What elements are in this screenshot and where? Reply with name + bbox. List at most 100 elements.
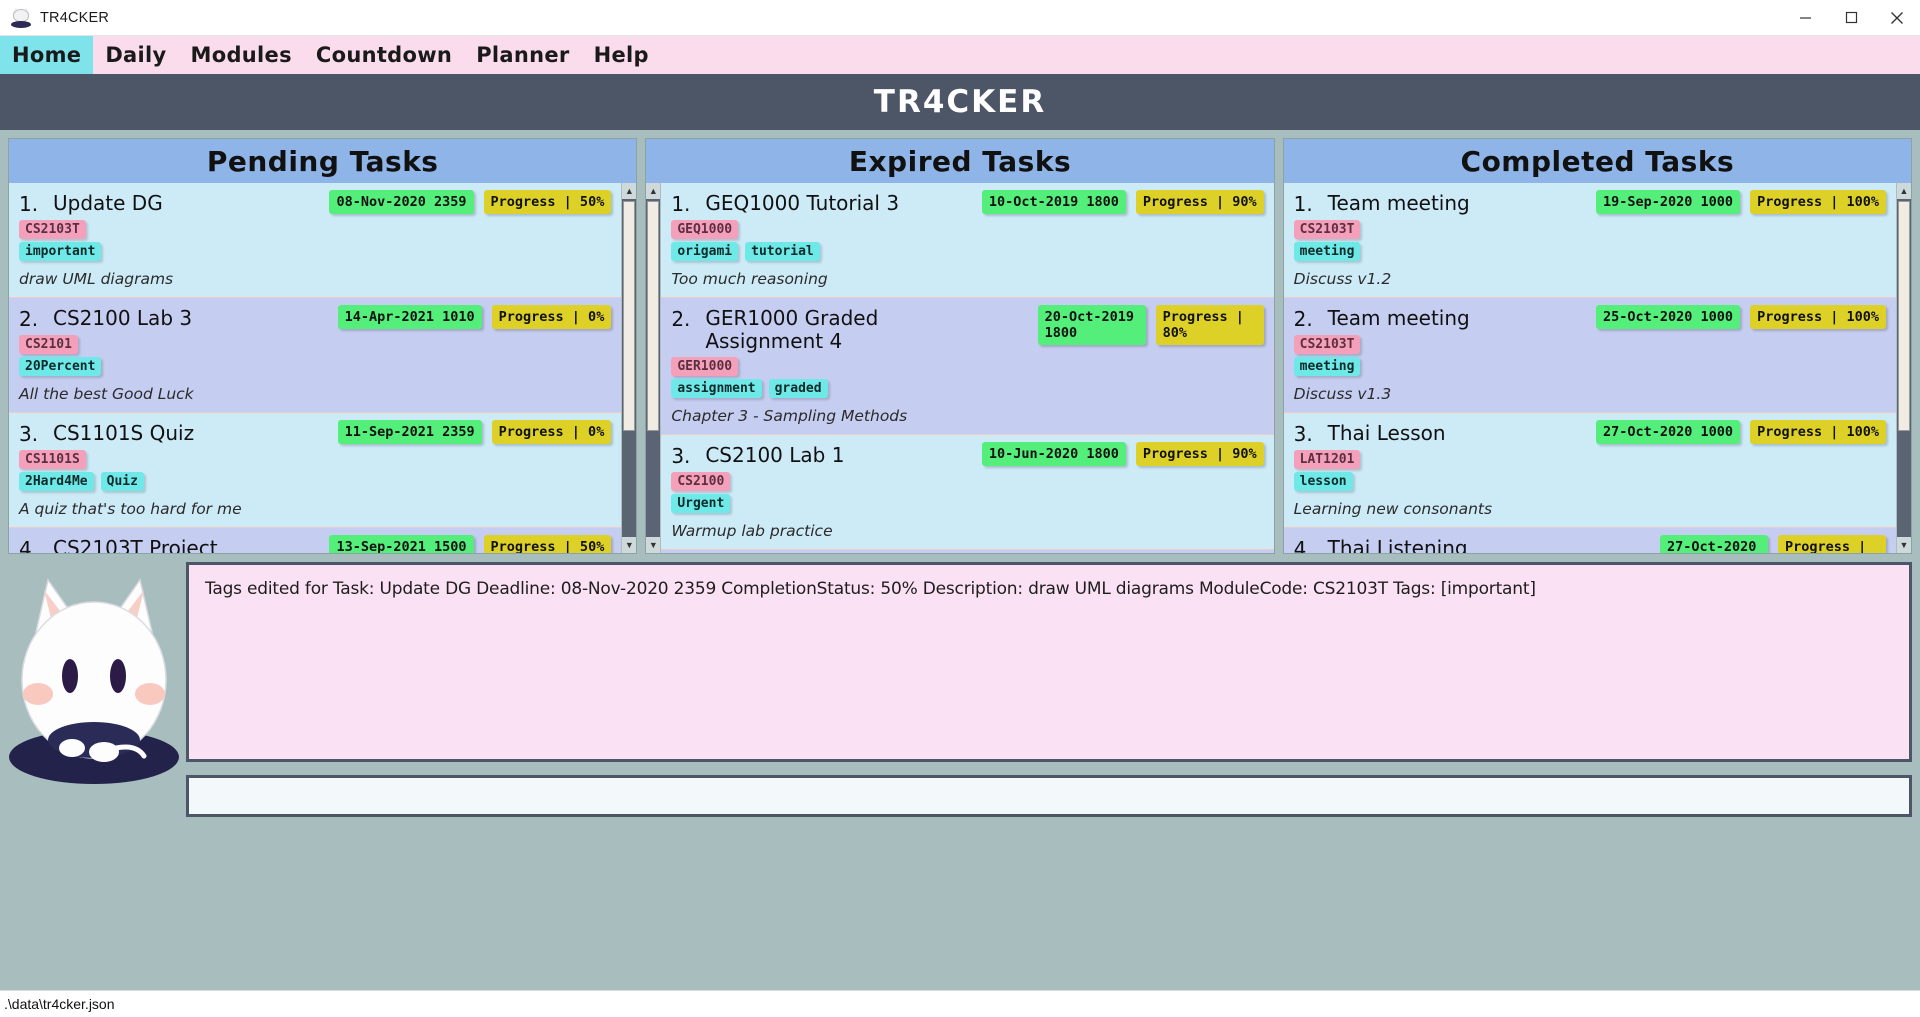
module-code-tag: LAT1201 (1293, 450, 1361, 469)
column-header-pending: Pending Tasks (9, 139, 637, 183)
column-body-expired: ▲ ▼ 1. GEQ1000 Tutorial 3 10-Oct-2019 1800 Pr… (646, 183, 1274, 553)
scrollbar-pending[interactable]: ▲ ▼ (621, 183, 637, 553)
menu-item-help[interactable]: Help (582, 36, 661, 74)
task-tags: CS2101 20Percent (19, 335, 611, 376)
task-deadline-chip: 10-Jun-2020 1800 (981, 442, 1126, 466)
task-row[interactable]: 4. Thai Listening Quiz 2 27-Oct-2020 2000 P… (1283, 528, 1896, 553)
scrollbar-rail[interactable] (646, 199, 661, 537)
task-tags: CS1101S 2Hard4Me Quiz (19, 450, 611, 491)
task-row[interactable]: 2. CS2100 Lab 3 14-Apr-2021 1010 Progress |… (9, 298, 622, 413)
task-index: 3. (19, 422, 39, 446)
command-input[interactable] (189, 778, 1909, 814)
feedback-area: Tags edited for Task: Update DG Deadline… (186, 562, 1920, 1016)
task-row[interactable]: 1. Team meeting 19-Sep-2020 1000 Progress |… (1283, 183, 1896, 298)
scroll-up-arrow-icon[interactable]: ▲ (646, 183, 661, 199)
label-tag-row: 20Percent (19, 357, 611, 376)
module-tag-row: GEQ1000 (671, 220, 1263, 239)
scrollbar-thumb[interactable] (647, 201, 660, 431)
scrollbar-completed[interactable]: ▲ ▼ (1895, 183, 1911, 553)
menu-item-home[interactable]: Home (0, 36, 94, 74)
task-progress-chip: Progress | 100% (1750, 190, 1886, 214)
task-index: 4. (1293, 537, 1313, 553)
task-progress-chip: Progress | 80% (1155, 305, 1264, 345)
task-title: GER1000 Graded Assignment 4 (705, 306, 879, 353)
status-file-path: .\data\tr4cker.json (4, 996, 115, 1012)
task-row[interactable]: 2. Team meeting 25-Oct-2020 1000 Progress |… (1283, 298, 1896, 413)
task-tag: 20Percent (19, 357, 102, 376)
task-row[interactable]: 2. GER1000 Graded Assignment 4 20-Oct-2019… (661, 298, 1274, 435)
task-row[interactable]: 3. Thai Lesson 27-Oct-2020 1000 Progress | … (1283, 413, 1896, 528)
main-menubar: Home Daily Modules Countdown Planner Help (0, 36, 1920, 74)
task-deadline-chip: 25-Oct-2020 1000 (1596, 305, 1741, 329)
task-row[interactable]: 4.CS2100 Lab 210-Aug-2020 1800Progress |… (661, 550, 1274, 553)
bottom-panel: Tags edited for Task: Update DG Deadline… (0, 554, 1920, 1016)
scroll-down-arrow-icon[interactable]: ▼ (1896, 537, 1911, 553)
scrollbar-thumb[interactable] (1897, 201, 1910, 431)
task-list-pending: 1. Update DG 08-Nov-2020 2359 Progress | 50… (9, 183, 622, 553)
task-progress-chip: Progress | 100% (1777, 535, 1886, 553)
task-deadline-chip: 19-Sep-2020 1000 (1596, 190, 1741, 214)
task-list-completed: 1. Team meeting 19-Sep-2020 1000 Progress |… (1283, 183, 1896, 553)
app-header-banner: TR4CKER (0, 74, 1920, 130)
menu-item-planner[interactable]: Planner (464, 36, 581, 74)
column-title: Expired Tasks (848, 144, 1072, 178)
task-list-expired: 1. GEQ1000 Tutorial 3 10-Oct-2019 1800 Prog… (661, 183, 1274, 553)
task-header: 2. CS2100 Lab 3 14-Apr-2021 1010 Progress |… (19, 305, 612, 331)
scroll-up-arrow-icon[interactable]: ▲ (622, 183, 637, 199)
module-tag-row: CS2100 (671, 472, 1263, 491)
label-tag-row: meeting (1293, 242, 1886, 261)
task-deadline-chip: 20-Oct-2019 1800 (1037, 305, 1146, 345)
task-tags: GER1000 assignment graded (671, 357, 1263, 398)
task-description: Discuss v1.2 (1293, 270, 1392, 288)
scrollbar-rail[interactable] (622, 199, 637, 537)
task-header: 2. GER1000 Graded Assignment 4 20-Oct-2019… (671, 305, 1264, 353)
cat-icon (10, 6, 32, 29)
menu-item-daily[interactable]: Daily (93, 36, 178, 74)
module-code-tag: GEQ1000 (671, 220, 739, 239)
task-tag: meeting (1293, 357, 1361, 376)
minimize-button[interactable] (1782, 0, 1828, 36)
menu-item-countdown[interactable]: Countdown (304, 36, 464, 74)
task-index: 2. (19, 307, 39, 331)
task-row[interactable]: 1. Update DG 08-Nov-2020 2359 Progress | 50… (9, 183, 622, 298)
task-tags: LAT1201 lesson (1293, 450, 1886, 491)
command-input-box[interactable] (186, 775, 1912, 817)
menu-item-modules[interactable]: Modules (179, 36, 304, 74)
scrollbar-rail[interactable] (1896, 199, 1911, 537)
task-header: 4. CS2103T Project 13-Sep-2021 1500 Progres… (19, 535, 612, 553)
status-bar: .\data\tr4cker.json (0, 990, 1920, 1017)
task-title: CS2100 Lab 3 (53, 306, 193, 330)
task-header: 1. Update DG 08-Nov-2020 2359 Progress | 50… (19, 190, 612, 216)
module-tag-row: CS1101S (19, 450, 611, 469)
column-title: Pending Tasks (206, 144, 439, 178)
module-code-tag: CS1101S (19, 450, 86, 469)
task-tag: origami (671, 242, 739, 261)
task-index: 2. (671, 307, 691, 331)
scrollbar-expired[interactable]: ▲ ▼ (646, 183, 662, 553)
column-body-completed: 1. Team meeting 19-Sep-2020 1000 Progress |… (1283, 183, 1911, 553)
task-row[interactable]: 1. GEQ1000 Tutorial 3 10-Oct-2019 1800 Prog… (661, 183, 1274, 298)
scroll-down-arrow-icon[interactable]: ▼ (646, 537, 661, 553)
task-progress-chip: Progress | 100% (1750, 305, 1886, 329)
scroll-down-arrow-icon[interactable]: ▼ (622, 537, 637, 553)
task-description: A quiz that's too hard for me (19, 500, 242, 518)
task-row[interactable]: 3. CS2100 Lab 1 10-Jun-2020 1800 Progress |… (661, 435, 1274, 550)
task-tag: Urgent (671, 494, 731, 513)
app-title: TR4CKER (873, 84, 1047, 120)
task-row[interactable]: 3. CS1101S Quiz 11-Sep-2021 2359 Progress |… (9, 413, 622, 528)
task-tags: GEQ1000 origami tutorial (671, 220, 1263, 261)
task-tag: graded (768, 379, 828, 398)
scrollbar-thumb[interactable] (623, 201, 636, 431)
task-description: All the best Good Luck (19, 385, 194, 403)
label-tag-row: assignment graded (671, 379, 1263, 398)
column-body-pending: 1. Update DG 08-Nov-2020 2359 Progress | 50… (9, 183, 637, 553)
task-row[interactable]: 4. CS2103T Project 13-Sep-2021 1500 Progres… (9, 528, 622, 553)
scroll-up-arrow-icon[interactable]: ▲ (1896, 183, 1911, 199)
maximize-button[interactable] (1828, 0, 1874, 36)
close-button[interactable] (1874, 0, 1920, 36)
task-index: 4. (19, 537, 39, 553)
module-tag-row: CS2101 (19, 335, 611, 354)
module-code-tag: CS2103T (1293, 220, 1361, 239)
task-tag: 2Hard4Me (19, 472, 94, 491)
task-title: CS1101S Quiz (53, 421, 195, 445)
